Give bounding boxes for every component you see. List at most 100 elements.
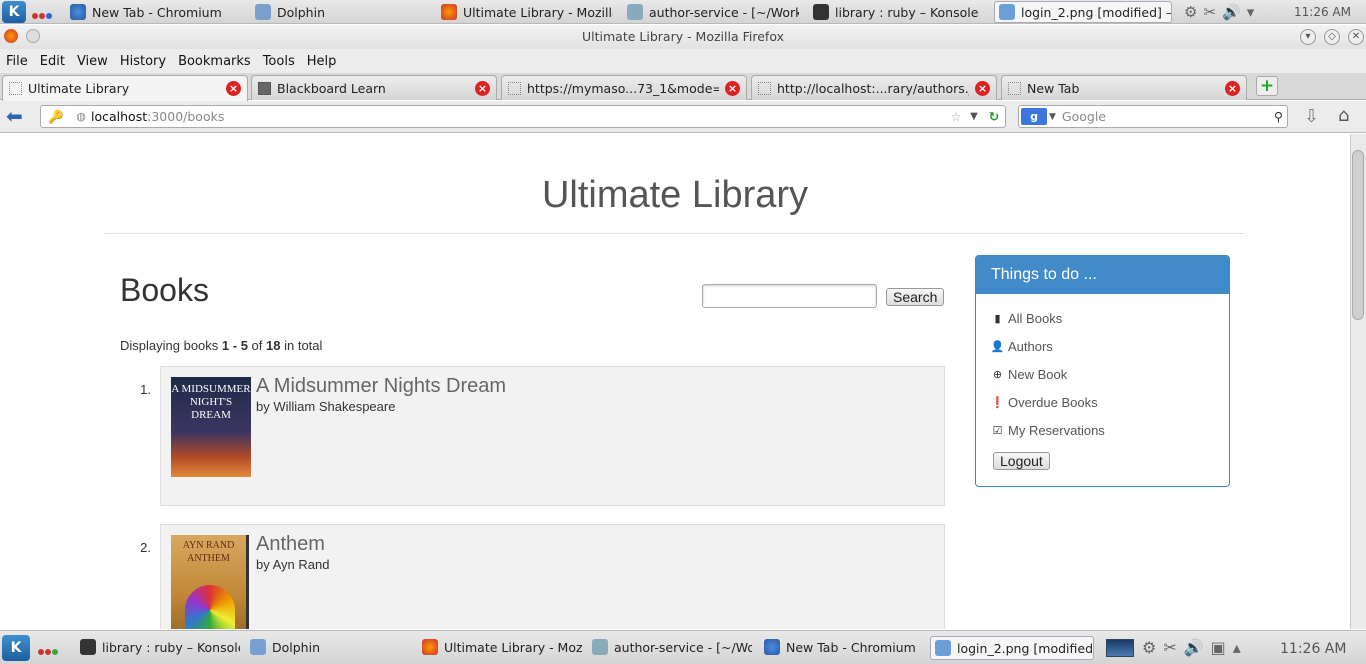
pagination-info: Displaying books 1 - 5 of 18 in total	[120, 338, 323, 353]
pager-icon[interactable]	[38, 644, 59, 659]
sidebar-title: Things to do ...	[976, 256, 1229, 294]
book-icon: ▮	[994, 313, 1001, 325]
task-author-service[interactable]: author-service - [~/Workspa	[627, 0, 799, 24]
close-tab-icon[interactable]: ×	[226, 81, 241, 96]
header-divider	[105, 233, 1245, 234]
close-tab-icon[interactable]: ×	[725, 80, 740, 96]
search-engine-dropdown-icon[interactable]: ▼	[1049, 112, 1056, 122]
book-title-link[interactable]: A Midsummer Nights Dream	[256, 375, 506, 398]
sidebar-item-my-reservations[interactable]: ☑ My Reservations	[991, 423, 1105, 438]
sidebar-item-all-books[interactable]: ▮ All Books	[991, 311, 1062, 326]
window-title: Ultimate Library - Mozilla Firefox	[0, 25, 1366, 49]
book-cover-image[interactable]: AYN RAND ANTHEM	[171, 535, 249, 629]
download-icon[interactable]: ⇩	[1304, 106, 1319, 127]
menu-bar: File Edit View History Bookmarks Tools H…	[0, 49, 1366, 73]
konsole-icon	[80, 639, 96, 655]
pin-icon[interactable]	[26, 29, 40, 43]
google-icon[interactable]: g	[1021, 108, 1047, 125]
exclamation-circle-icon: ❗	[990, 397, 1005, 409]
clock[interactable]: 11:26 AM	[1280, 641, 1346, 657]
firefox-window-icon[interactable]	[4, 29, 18, 43]
book-author: by William Shakespeare	[256, 399, 396, 414]
menu-edit[interactable]: Edit	[40, 54, 65, 69]
pager-icon[interactable]	[32, 8, 53, 23]
search-button[interactable]: Search	[886, 288, 945, 306]
system-tray[interactable]: ⚙✂🔊▾	[1184, 3, 1260, 21]
task-author-service[interactable]: author-service - [~/Work	[592, 635, 752, 659]
blackboard-icon	[258, 81, 271, 95]
web-search-box[interactable]: g ▼ Google ⚲	[1018, 105, 1288, 128]
search-placeholder: Google	[1061, 109, 1107, 124]
url-dropdown-icon[interactable]: ▼	[965, 111, 983, 122]
task-firefox[interactable]: Ultimate Library - Mozilla Fi	[441, 0, 613, 24]
sidebar-item-overdue-books[interactable]: ❗ Overdue Books	[991, 395, 1098, 410]
hands-illustration	[185, 585, 235, 629]
close-tab-icon[interactable]: ×	[975, 80, 990, 96]
cover-text: A MIDSUMMER NIGHT'S DREAM	[171, 383, 251, 421]
new-tab-button[interactable]: +	[1256, 76, 1278, 96]
task-firefox[interactable]: Ultimate Library - Mozilla	[422, 635, 582, 659]
page-icon	[758, 81, 771, 95]
kde-menu-icon[interactable]: K	[2, 1, 26, 23]
bookmark-star-icon[interactable]: ☆	[947, 109, 965, 124]
book-card: A MIDSUMMER NIGHT'S DREAM A Midsummer Ni…	[160, 366, 945, 506]
page-heading: Books	[120, 272, 209, 308]
page-icon	[508, 81, 521, 95]
task-ksnapshot[interactable]: login_2.png [modified] – KS	[994, 1, 1172, 23]
close-tab-icon[interactable]: ×	[475, 80, 490, 96]
book-search-input[interactable]	[702, 284, 877, 308]
close-window-button[interactable]: ✕	[1348, 29, 1364, 45]
task-dolphin[interactable]: Dolphin	[255, 0, 375, 24]
book-author: by Ayn Rand	[256, 557, 330, 572]
book-title-link[interactable]: Anthem	[256, 533, 325, 556]
site-title: Ultimate Library	[541, 174, 809, 216]
tab-authors-json[interactable]: http://localhost:...rary/authors.json×	[751, 75, 997, 100]
chromium-icon	[70, 4, 86, 20]
scrollbar-thumb[interactable]	[1352, 150, 1364, 320]
tab-blackboard[interactable]: Blackboard Learn ×	[251, 75, 497, 100]
kde-menu-icon[interactable]: K	[2, 635, 30, 661]
minimize-button[interactable]: ▾	[1300, 29, 1316, 45]
book-card: AYN RAND ANTHEM Anthem by Ayn Rand	[160, 524, 945, 629]
close-tab-icon[interactable]: ×	[1225, 80, 1240, 96]
task-dolphin[interactable]: Dolphin	[250, 635, 410, 659]
menu-view[interactable]: View	[77, 54, 108, 69]
image-icon	[999, 4, 1015, 20]
maximize-button[interactable]: ◇	[1324, 29, 1340, 45]
sidebar-item-authors[interactable]: 👤 Authors	[991, 339, 1053, 354]
page-icon	[1008, 81, 1021, 95]
task-konsole[interactable]: library : ruby – Konsole	[80, 635, 240, 659]
reload-icon[interactable]: ↻	[983, 109, 1005, 124]
dolphin-icon	[250, 639, 266, 655]
menu-tools[interactable]: Tools	[263, 54, 295, 69]
menu-help[interactable]: Help	[307, 54, 337, 69]
back-arrow-icon[interactable]: ⬅	[6, 106, 23, 126]
menu-bookmarks[interactable]: Bookmarks	[178, 54, 251, 69]
system-tray[interactable]: ⚙✂🔊▣▴	[1142, 638, 1248, 657]
desktop-preview-icon[interactable]	[1106, 639, 1134, 657]
sidebar-item-new-book[interactable]: ⊕ New Book	[991, 367, 1067, 382]
page-viewport: Ultimate Library Books Search Displaying…	[0, 134, 1350, 629]
book-cover-image[interactable]: A MIDSUMMER NIGHT'S DREAM	[171, 377, 251, 477]
list-number: 1.	[140, 382, 151, 397]
clock[interactable]: 11:26 AM	[1294, 5, 1351, 19]
menu-file[interactable]: File	[6, 54, 28, 69]
tab-new-tab[interactable]: New Tab ×	[1001, 75, 1247, 100]
url-bar[interactable]: 🔑 ◍ localhost:3000/books ☆ ▼ ↻	[40, 105, 1006, 128]
ide-icon	[592, 639, 608, 655]
firefox-icon	[441, 4, 457, 20]
menu-history[interactable]: History	[120, 54, 166, 69]
task-ksnapshot[interactable]: login_2.png [modified] –	[930, 636, 1094, 660]
firefox-icon	[422, 639, 438, 655]
user-icon: 👤	[990, 341, 1005, 353]
tab-mymason[interactable]: https://mymaso...73_1&mode=view×	[501, 75, 747, 100]
url-path: :3000/books	[147, 109, 225, 124]
task-konsole[interactable]: library : ruby – Konsole	[813, 0, 985, 24]
logout-button[interactable]: Logout	[993, 452, 1050, 470]
binoculars-icon[interactable]: ⚲	[1274, 109, 1283, 124]
tab-ultimate-library[interactable]: Ultimate Library ×	[2, 75, 248, 101]
home-icon[interactable]: ⌂	[1338, 105, 1349, 126]
task-chromium[interactable]: New Tab - Chromium	[764, 635, 924, 659]
task-chromium[interactable]: New Tab - Chromium	[70, 0, 240, 24]
identity-icon[interactable]: 🔑	[41, 109, 71, 125]
